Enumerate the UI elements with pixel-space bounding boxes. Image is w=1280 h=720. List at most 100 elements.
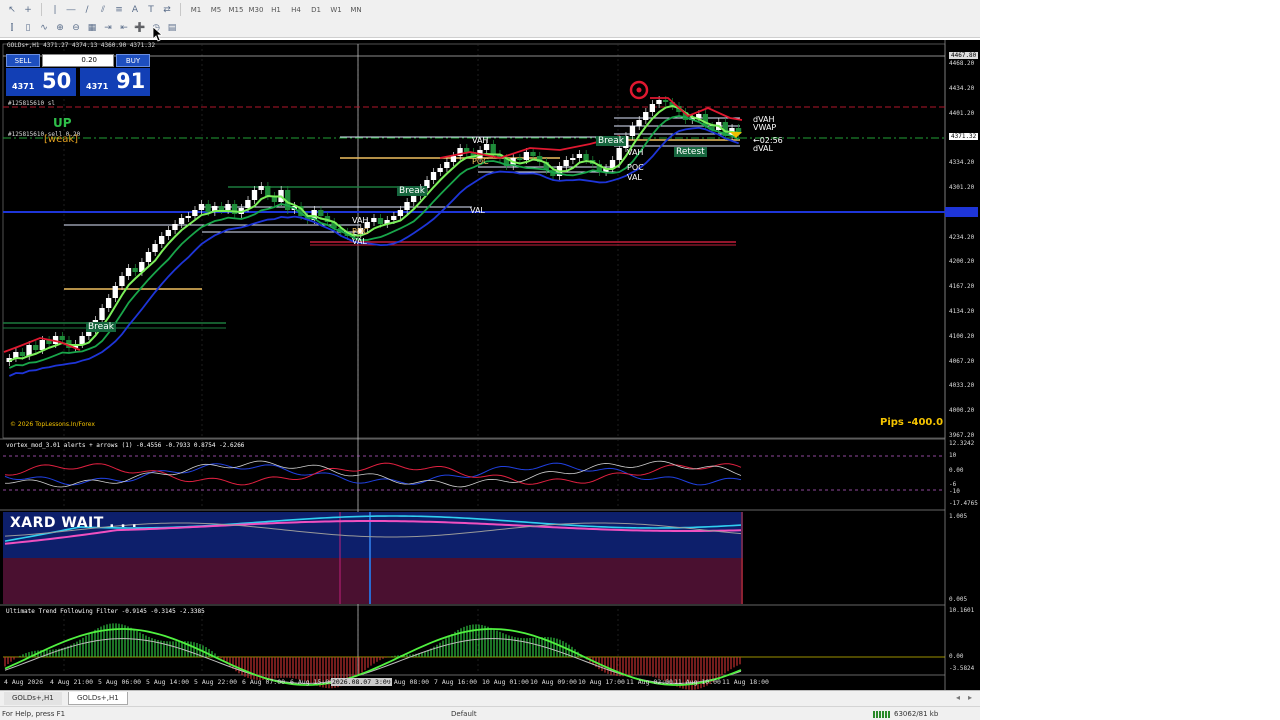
- candle: [430, 172, 437, 180]
- candle: [616, 148, 622, 160]
- time-tick: 4 Aug 2026: [4, 678, 44, 686]
- tab-scroll-right-icon[interactable]: ▸: [968, 693, 972, 702]
- candle: [198, 204, 205, 210]
- val-label-right: VAL: [627, 173, 642, 182]
- status-traffic-text: 63062/81 kb: [894, 710, 939, 718]
- horizontal-line-icon[interactable]: ―: [65, 4, 77, 16]
- candle: [59, 336, 65, 340]
- candle: [662, 100, 669, 102]
- val-label-center: VAL: [470, 206, 485, 215]
- chart-window[interactable]: GOLDs+,H1 4371.27 4374.13 4360.90 4371.3…: [0, 40, 980, 690]
- bar-chart-icon[interactable]: ⫿: [6, 22, 18, 34]
- lot-size-input[interactable]: 0.20: [42, 54, 114, 67]
- candle: [318, 210, 324, 216]
- candle: [99, 308, 105, 320]
- chart-tabs: GOLDs+,H1 GOLDs+,H1 ◂ ▸: [0, 690, 980, 706]
- candle: [225, 204, 231, 210]
- candle: [450, 156, 457, 162]
- price-tick: 4334.20: [949, 159, 975, 166]
- candle: [629, 126, 636, 136]
- zoom-in-icon[interactable]: ⊕: [54, 22, 66, 34]
- timeframe-m5[interactable]: M5: [208, 2, 224, 17]
- trend-weak-label: [weak]: [44, 134, 79, 145]
- break-label: Break: [86, 322, 116, 332]
- tab-chart-1[interactable]: GOLDs+,H1: [4, 692, 62, 705]
- candle: [570, 158, 576, 160]
- price-tick: 4234.20: [949, 234, 975, 241]
- time-tick: 7 Aug 08:00: [386, 678, 430, 686]
- label-icon[interactable]: T: [145, 4, 157, 16]
- candlestick-icon[interactable]: ▯: [22, 22, 34, 34]
- arrow-cursor-icon[interactable]: ↖: [6, 4, 18, 16]
- chart-canvas[interactable]: [0, 40, 980, 690]
- candle: [576, 154, 583, 158]
- timeframe-w1[interactable]: W1: [328, 2, 344, 17]
- status-help-text: For Help, press F1: [2, 710, 66, 718]
- trendline-icon[interactable]: /: [81, 4, 93, 16]
- price-tick: 4134.20: [949, 308, 975, 315]
- templates-icon[interactable]: ▤: [166, 22, 178, 34]
- timeframe-m30[interactable]: M30: [248, 2, 264, 17]
- price-tick: 4200.20: [949, 258, 975, 265]
- pips-readout: Pips -400.0: [880, 417, 944, 428]
- candle: [397, 210, 404, 216]
- one-click-trading-panel: SELL 0.20 BUY 4371 50 4371 91: [6, 54, 150, 96]
- vertical-line-icon[interactable]: |: [49, 4, 61, 16]
- time-tick: 10 Aug 09:00: [530, 678, 577, 686]
- candle: [218, 206, 225, 210]
- time-tick: 5 Aug 06:00: [98, 678, 142, 686]
- buy-price-box[interactable]: 4371 91: [80, 68, 150, 96]
- price-tick: 4167.20: [949, 283, 975, 290]
- mt4-window: ↖ + | ― / ⫽ ≡ A T ⇄ M1 M5 M15 M30 H1 H4 …: [0, 0, 1280, 720]
- buy-price-prefix: 4371: [86, 82, 109, 91]
- price-tick-top: 4467.80: [949, 52, 979, 59]
- price-tick: 4033.20: [949, 382, 975, 389]
- arrows-icon[interactable]: ⇄: [161, 4, 173, 16]
- candle: [404, 202, 410, 210]
- timeframe-h4[interactable]: H4: [288, 2, 304, 17]
- fibonacci-icon[interactable]: ≡: [113, 4, 125, 16]
- candle: [165, 230, 171, 236]
- candle: [258, 186, 264, 190]
- indicators-icon[interactable]: ➕: [134, 22, 146, 34]
- sell-price-box[interactable]: 4371 50: [6, 68, 76, 96]
- candle: [172, 224, 178, 230]
- candle: [444, 162, 450, 168]
- crosshair-icon[interactable]: +: [22, 4, 34, 16]
- utff-title: Ultimate Trend Following Filter -0.9145 …: [6, 608, 205, 615]
- break-label: Break: [596, 136, 626, 146]
- candle: [125, 268, 132, 276]
- chart-shift-icon[interactable]: ⇤: [118, 22, 130, 34]
- buy-button[interactable]: BUY: [116, 54, 150, 67]
- tile-windows-icon[interactable]: ▦: [86, 22, 98, 34]
- time-tick: 4 Aug 21:00: [50, 678, 94, 686]
- sell-button[interactable]: SELL: [6, 54, 40, 67]
- mouse-cursor-icon: [152, 26, 162, 42]
- vortex-tick: -6: [949, 481, 957, 488]
- tab-scroll-left-icon[interactable]: ◂: [956, 693, 960, 702]
- poc-label-left: POC: [352, 227, 369, 236]
- line-chart-icon[interactable]: ∿: [38, 22, 50, 34]
- candle: [643, 112, 649, 120]
- timeframe-mn[interactable]: MN: [348, 2, 364, 17]
- bar-countdown: ←02:56: [753, 136, 783, 145]
- time-tick: 11 Aug 18:00: [722, 678, 769, 686]
- vortex-tick: -17.4765: [949, 500, 978, 507]
- vah-label-right: VAH: [627, 148, 644, 157]
- stoploss-order-label[interactable]: #125815610 sl: [8, 100, 55, 107]
- channel-icon[interactable]: ⫽: [97, 4, 109, 16]
- separator: [180, 3, 181, 16]
- zoom-out-icon[interactable]: ⊖: [70, 22, 82, 34]
- timeframe-m1[interactable]: M1: [188, 2, 204, 17]
- candle: [79, 336, 85, 344]
- candle: [530, 152, 536, 156]
- text-icon[interactable]: A: [129, 4, 141, 16]
- candle: [377, 218, 384, 224]
- tab-chart-2[interactable]: GOLDs+,H1: [68, 692, 128, 705]
- timeframe-d1[interactable]: D1: [308, 2, 324, 17]
- candle: [371, 218, 377, 222]
- timeframe-m15[interactable]: M15: [228, 2, 244, 17]
- auto-scroll-icon[interactable]: ⇥: [102, 22, 114, 34]
- current-price-tag: 4371.32: [949, 133, 979, 140]
- timeframe-h1[interactable]: H1: [268, 2, 284, 17]
